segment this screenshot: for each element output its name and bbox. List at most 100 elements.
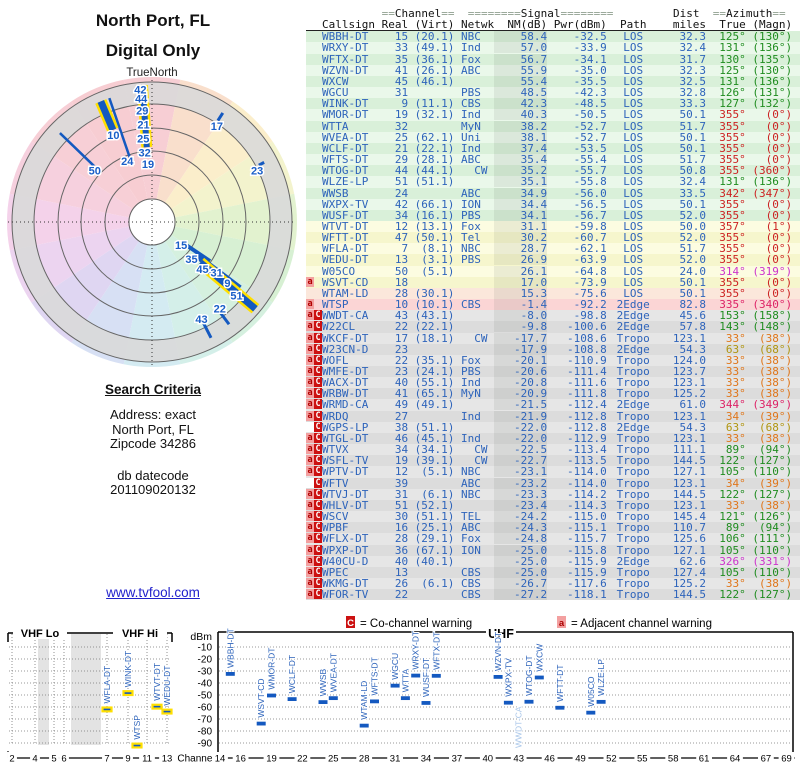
radar-channel-label: 21 xyxy=(137,119,149,131)
cochannel-warning-badge: C xyxy=(314,455,322,466)
signal-bar xyxy=(370,699,379,704)
channel-tick-label: 5 xyxy=(51,754,56,765)
adjacent-warning-badge: a xyxy=(306,522,314,533)
signal-bar xyxy=(151,703,163,710)
channel-tick-label: 69 xyxy=(781,754,792,765)
cochannel-warning-badge: C xyxy=(314,477,322,488)
adjacent-warning-badge: a xyxy=(306,555,314,566)
dbm-tick-label: -50 xyxy=(198,691,213,702)
adjacent-warning-badge: a xyxy=(306,432,314,443)
adjacent-warning-badge: a xyxy=(306,511,314,522)
channel-tick-label: 43 xyxy=(513,754,524,765)
bar-callsign-label: WRXY-DT xyxy=(411,631,421,670)
channel-tick-label: 7 xyxy=(104,754,109,765)
channel-tick-label: 40 xyxy=(483,754,494,765)
radar-channel-label: 19 xyxy=(142,159,154,171)
bar-callsign-label: WVEA-DT xyxy=(328,653,338,692)
adjacent-warning-badge: a xyxy=(306,566,314,577)
dbm-tick-label: -40 xyxy=(198,679,213,690)
search-criteria: Search Criteria Address: exact North Por… xyxy=(0,382,306,498)
bar-callsign-label: WXCW xyxy=(534,644,544,672)
table-row: WMOR-DT 19 (32.1) Ind 40.3 -50.5 LOS 50.1 355°(… xyxy=(306,109,800,121)
signal-bar xyxy=(122,690,134,697)
table-row: a C WPTV-DT 12 (5.1) NBC -23.1 -114.0 Tropo 127.… xyxy=(306,466,800,478)
signal-bar xyxy=(256,721,266,726)
channel-tick-label: 37 xyxy=(452,754,463,765)
bar-callsign-label: WTSP xyxy=(132,715,142,740)
channel-tick-label: 58 xyxy=(668,754,679,765)
radar-channel-label: 10 xyxy=(107,130,119,142)
bar-callsign-label: WWSB xyxy=(318,668,328,696)
radar-channel-label: 31 xyxy=(210,267,222,279)
radar-channel-label: 50 xyxy=(89,165,101,177)
bar-callsign-label: WFTX-DT xyxy=(431,632,441,670)
signal-bar xyxy=(503,700,513,705)
channel-tick-label: 49 xyxy=(575,754,586,765)
cochannel-warning-badge: C xyxy=(314,432,322,443)
channel-tick-label: 2 xyxy=(9,754,14,765)
channel-tick-label: 11 xyxy=(142,754,152,765)
adjacent-warning-badge: a xyxy=(306,354,314,365)
adjacent-warning-badge: a xyxy=(306,589,314,600)
table-row: a C WKCF-DT 17 (18.1) CW -17.7 -108.6 Tropo 123.… xyxy=(306,332,800,344)
cochannel-warning-badge: C xyxy=(314,366,322,376)
table-row: WLZE-LP 51 (51.1) 35.1 -55.8 LOS 32.4 131° (136°… xyxy=(306,176,800,188)
channel-tick-label: 46 xyxy=(544,754,555,765)
table-row: WRXY-DT 33 (49.1) Ind 57.0 -33.9 LOS 32.4 131°(… xyxy=(306,42,800,54)
bar-callsign-label: WWDT-CA xyxy=(514,706,524,748)
report-title: North Port, FL Digital Only xyxy=(0,6,306,66)
radar-channel-label: 9 xyxy=(224,278,230,290)
adjacent-warning-badge: a xyxy=(306,455,314,466)
bar-callsign-label: WFTT-DT xyxy=(555,665,565,702)
dbm-axis-label: dBm xyxy=(190,631,212,643)
channel-tick-label: 9 xyxy=(125,754,130,765)
cochannel-warning-badge: C xyxy=(314,555,322,566)
radar-channel-label: 51 xyxy=(230,290,242,302)
radar-channel-label: 29 xyxy=(136,105,148,117)
warning-badge-spacer xyxy=(306,477,314,488)
channel-tick-label: 28 xyxy=(359,754,370,765)
cochannel-warning-badge: C xyxy=(314,522,322,533)
spectrum-gap-band xyxy=(38,634,49,745)
cochannel-warning-badge: C xyxy=(314,499,322,510)
bar-callsign-label: WTAM-LD xyxy=(359,681,369,720)
cochannel-warning-badge: C xyxy=(314,377,322,388)
adjacent-legend-text: = Adjacent channel warning xyxy=(571,618,712,630)
bar-callsign-label: WBBH-DT xyxy=(225,628,235,668)
channel-tick-label: 25 xyxy=(328,754,339,765)
signal-bar xyxy=(161,708,173,715)
channel-tick-label: 61 xyxy=(699,754,710,765)
dbm-tick-label: -70 xyxy=(198,715,213,726)
radar-channel-label: 17 xyxy=(211,121,223,133)
bar-callsign-label: WSVT-CD xyxy=(256,678,266,717)
channel-tick-label: 14 xyxy=(215,754,226,765)
dbm-tick-label: -80 xyxy=(198,727,213,738)
bar-callsign-label: WMOR-DT xyxy=(267,648,277,690)
bar-callsign-label: WTOG-DT xyxy=(524,655,534,695)
signal-bar xyxy=(431,673,441,678)
cochannel-warning-badge: C xyxy=(314,511,322,522)
search-city: North Port, FL xyxy=(112,421,194,437)
cochannel-warning-badge: C xyxy=(314,388,322,399)
radar-channel-label: 43 xyxy=(195,314,207,326)
tvfool-link[interactable]: www.tvfool.com xyxy=(106,585,200,600)
dbm-tick-label: -10 xyxy=(198,643,213,654)
cochannel-warning-badge: C xyxy=(314,577,322,588)
channel-tick-label: 52 xyxy=(606,754,617,765)
search-criteria-lines: Address: exact North Port, FL Zipcode 34… xyxy=(0,407,306,452)
signal-bar xyxy=(534,675,544,680)
bar-callsign-label: WUSF-DT xyxy=(421,658,431,697)
signal-bar xyxy=(287,697,297,701)
adjacent-warning-badge: a xyxy=(306,466,314,477)
channel-tick-label: 13 xyxy=(162,754,173,765)
cochannel-warning-badge: C xyxy=(314,321,322,332)
cochannel-warning-badge: C xyxy=(314,488,322,499)
adjacent-warning-badge: a xyxy=(306,399,314,410)
cochannel-warning-badge: C xyxy=(314,354,322,365)
signal-bar xyxy=(493,675,503,679)
table-row: a C WFOR-TV 22 CBS -27.2 -118.1 Tropo 144.5 122°… xyxy=(306,589,800,601)
channel-tick-label: 64 xyxy=(730,754,741,765)
radar-channel-label: 15 xyxy=(175,240,187,252)
bar-callsign-label: WTVT-DT xyxy=(152,663,162,701)
cochannel-warning-badge: C xyxy=(314,589,322,600)
